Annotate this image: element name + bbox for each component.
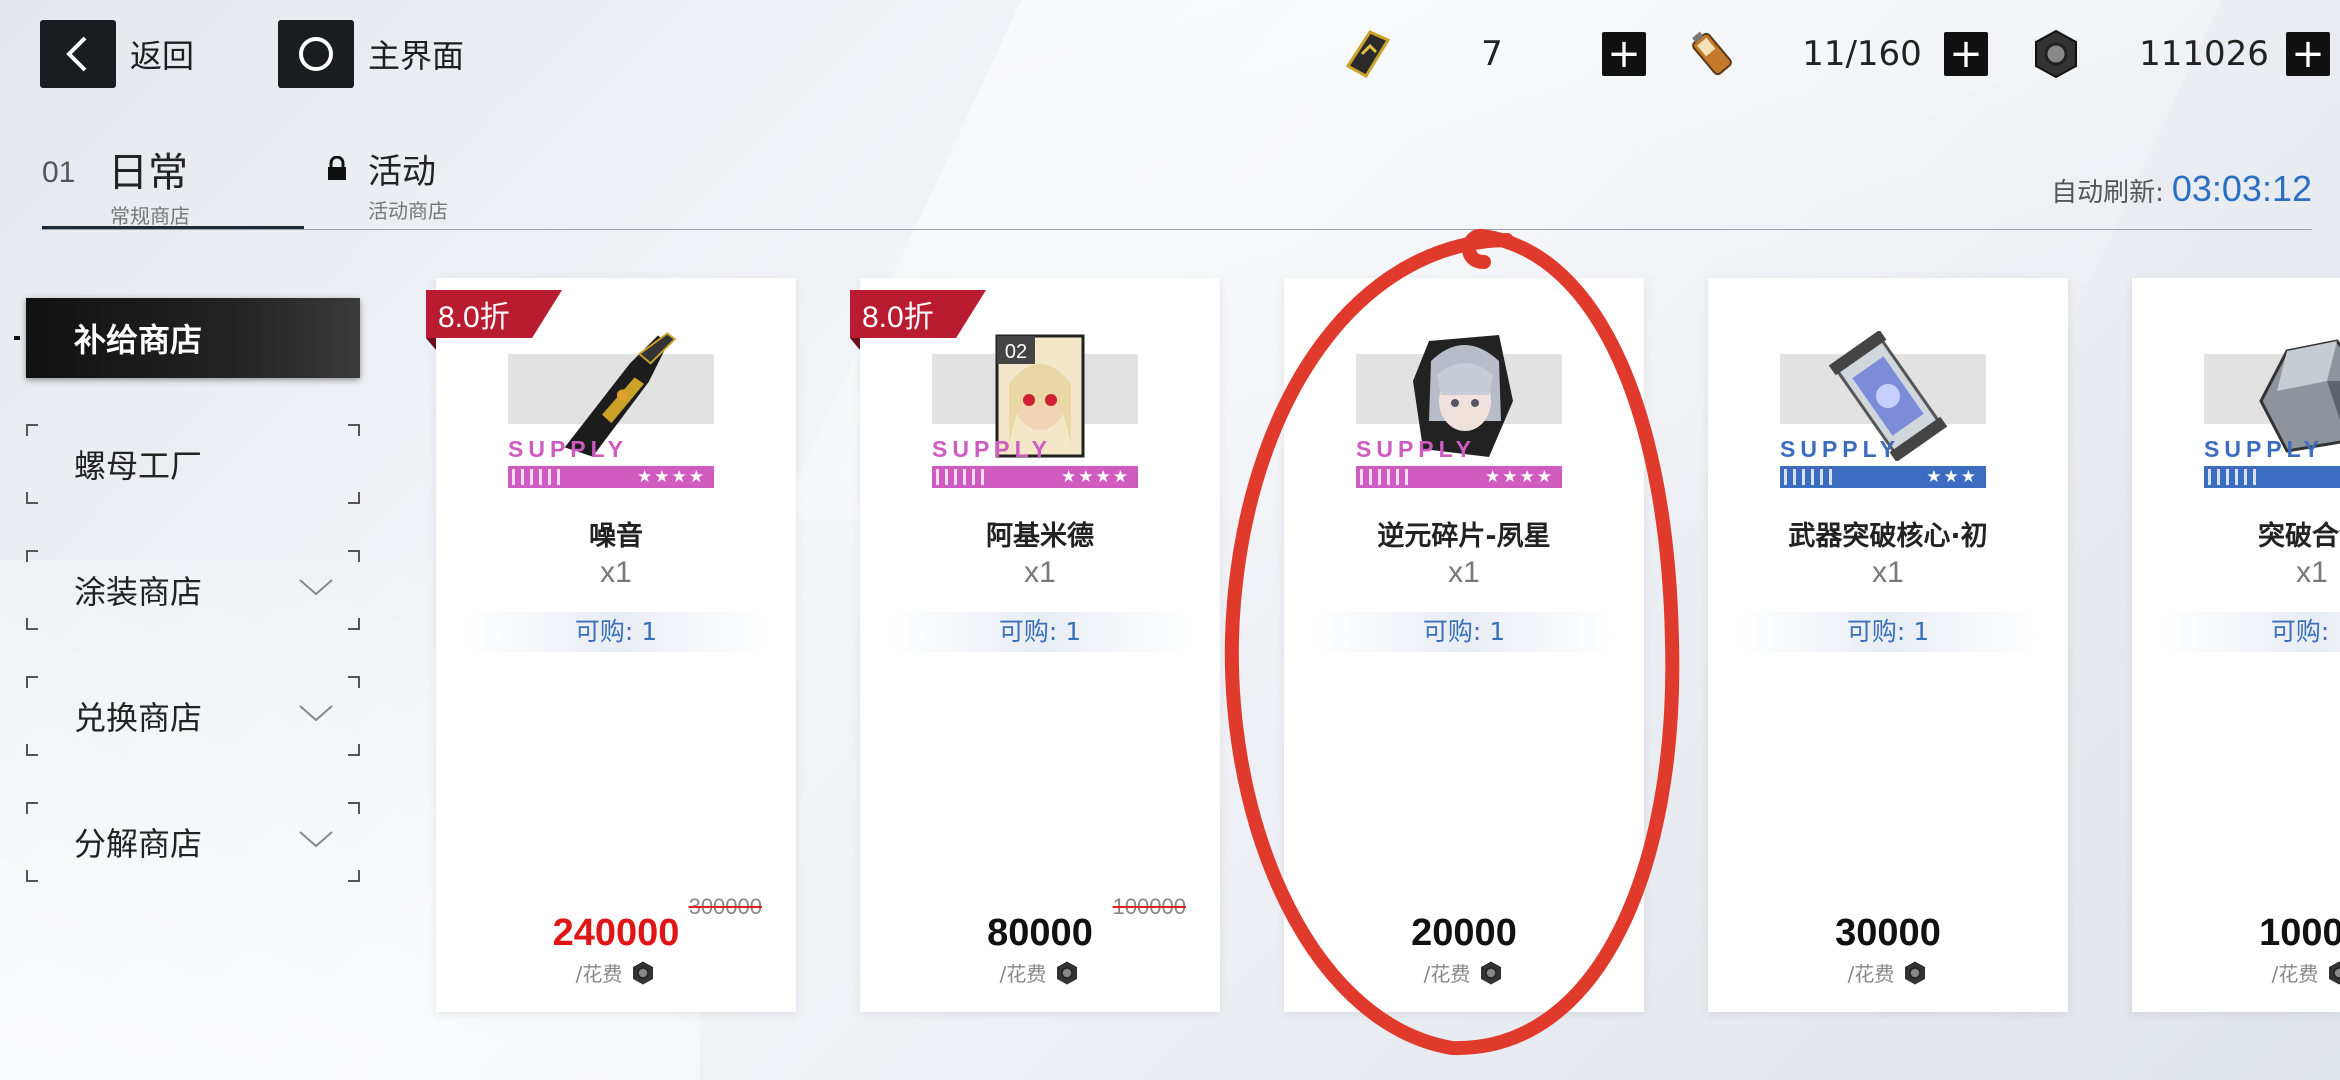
sidebar-item-label: 分解商店 — [74, 825, 203, 863]
item-name: 逆元碎片-夙星 — [1377, 521, 1551, 552]
back-arrow-icon — [40, 20, 116, 88]
purchase-limit: 可购: 1 — [2162, 612, 2340, 652]
hex-nut-currency-icon — [1481, 961, 1502, 984]
shop-item-card[interactable]: SUPPLY ★★★★ 逆元碎片-夙星 x1 可购: 1 20000 /花费 — [1284, 278, 1644, 1012]
cost-label: /花费 — [436, 958, 796, 987]
sidebar-item-label: 补给商店 — [74, 321, 203, 359]
resource-tickets: 7 — [1340, 22, 1552, 86]
add-tickets-button[interactable]: + — [1602, 32, 1646, 76]
rarity-bar: ★★★ — [2204, 466, 2340, 488]
add-nuts-button[interactable]: + — [2286, 32, 2330, 76]
purchase-limit: 可购: 1 — [466, 612, 766, 652]
sidebar-item-nut-factory[interactable]: 螺母工厂 — [26, 424, 360, 504]
purchase-limit: 可购: 1 — [890, 612, 1190, 652]
sidebar-item-skin-shop[interactable]: 涂装商店 — [26, 550, 360, 630]
back-label: 返回 — [130, 37, 195, 75]
svg-text:02: 02 — [1005, 341, 1027, 363]
chevron-down-icon — [299, 831, 333, 848]
cost-label: /花费 — [1708, 958, 2068, 987]
rarity-bar: ★★★ — [1780, 466, 1986, 488]
item-quantity: x1 — [600, 556, 632, 589]
sidebar-item-label: 涂装商店 — [74, 573, 203, 611]
hex-nut-currency-icon — [633, 961, 654, 984]
purchase-limit: 可购: 1 — [1738, 612, 2038, 652]
tab-daily-label: 日常 — [108, 150, 188, 196]
rarity-stars: ★★★★ — [1485, 467, 1554, 487]
purchase-limit: 可购: 1 — [1314, 612, 1614, 652]
supply-label: SUPPLY — [1780, 436, 1900, 462]
supply-label: SUPPLY — [932, 436, 1052, 462]
hex-nut-currency-icon — [1905, 961, 1926, 984]
item-price: 30000 — [1835, 912, 1941, 954]
add-stamina-button[interactable]: + — [1944, 32, 1988, 76]
cost-label: /花费 — [1284, 958, 1644, 987]
nut-count: 111026 — [2139, 34, 2269, 74]
tab-event-label: 活动 — [368, 152, 436, 192]
item-quantity: x1 — [2296, 556, 2328, 589]
cost-label: /花费 — [2132, 958, 2340, 987]
shop-item-card[interactable]: SUPPLY ★★★ 武器突破核心·初 x1 可购: 1 30000 /花费 — [1708, 278, 2068, 1012]
item-quantity: x1 — [1448, 556, 1480, 589]
chevron-down-icon — [299, 579, 333, 596]
hex-nut-currency-icon — [2028, 26, 2084, 82]
sidebar-item-dismantle-shop[interactable]: 分解商店 — [26, 802, 360, 882]
item-quantity: x1 — [1024, 556, 1056, 589]
rarity-bar: ★★★★ — [1356, 466, 1562, 488]
active-marker — [14, 336, 20, 340]
supply-label: SUPPLY — [508, 436, 628, 462]
item-price: 10000 — [2259, 912, 2340, 954]
sidebar-item-supply-shop[interactable]: 补给商店 — [26, 298, 360, 378]
supply-label: SUPPLY — [1356, 436, 1476, 462]
shop-item-card[interactable]: SUPPLY ★★★ 突破合金 x1 可购: 1 10000 /花费 — [2132, 278, 2340, 1012]
tab-daily[interactable]: 01 日常 常规商店 — [42, 140, 190, 229]
tab-event-sub: 活动商店 — [368, 199, 448, 223]
ticket-count: 7 — [1481, 34, 1503, 74]
resource-nuts: 111026 — [2028, 22, 2304, 86]
gold-ticket-icon — [1340, 26, 1396, 82]
sidebar-item-label: 兑换商店 — [74, 699, 203, 737]
sidebar-item-exchange-shop[interactable]: 兑换商店 — [26, 676, 360, 756]
tab-event[interactable]: 活动 活动商店 — [326, 140, 448, 224]
resource-stamina: 11/160 — [1684, 22, 1952, 86]
home-label: 主界面 — [368, 37, 465, 75]
rarity-stars: ★★★ — [1926, 467, 1978, 487]
rarity-bar: ★★★★ — [508, 466, 714, 488]
shop-item-card[interactable]: SUPPLY ★★★★ 噪音 x1 可购: 1 300000 240000 /花… — [436, 278, 796, 1012]
cost-label: /花费 — [860, 958, 1220, 987]
auto-refresh: 自动刷新: 03:03:12 — [2051, 168, 2312, 210]
rarity-stars: ★★★★ — [1061, 467, 1130, 487]
lock-icon — [326, 155, 348, 186]
item-price: 80000 — [987, 912, 1093, 954]
tab-daily-sub: 常规商店 — [110, 204, 190, 228]
sidebar-item-label: 螺母工厂 — [74, 447, 203, 485]
tab-index: 01 — [42, 156, 76, 189]
refresh-timer: 03:03:12 — [2171, 168, 2312, 209]
rarity-bar: ★★★★ — [932, 466, 1138, 488]
item-name: 噪音 — [589, 521, 643, 552]
home-circle-icon — [278, 20, 354, 88]
item-name: 阿基米德 — [986, 521, 1094, 552]
hex-nut-currency-icon — [1057, 961, 1078, 984]
hex-nut-currency-icon — [2329, 961, 2340, 984]
back-button[interactable]: 返回 — [40, 20, 194, 88]
supply-label: SUPPLY — [2204, 436, 2324, 462]
item-name: 武器突破核心·初 — [1788, 521, 1988, 552]
rarity-stars: ★★★★ — [637, 467, 706, 487]
stamina-battery-icon — [1684, 26, 1740, 82]
item-quantity: x1 — [1872, 556, 1904, 589]
chevron-down-icon — [299, 705, 333, 722]
item-price: 240000 — [552, 912, 680, 954]
shop-item-card[interactable]: 02 SUPPLY ★★★★ 阿基米德 x1 可购: 1 100000 8000… — [860, 278, 1220, 1012]
item-price: 20000 — [1411, 912, 1517, 954]
item-name: 突破合金 — [2258, 521, 2340, 552]
refresh-label: 自动刷新: — [2051, 178, 2164, 208]
home-button[interactable]: 主界面 — [278, 20, 464, 88]
stamina-count: 11/160 — [1802, 34, 1922, 74]
divider — [42, 229, 2312, 230]
